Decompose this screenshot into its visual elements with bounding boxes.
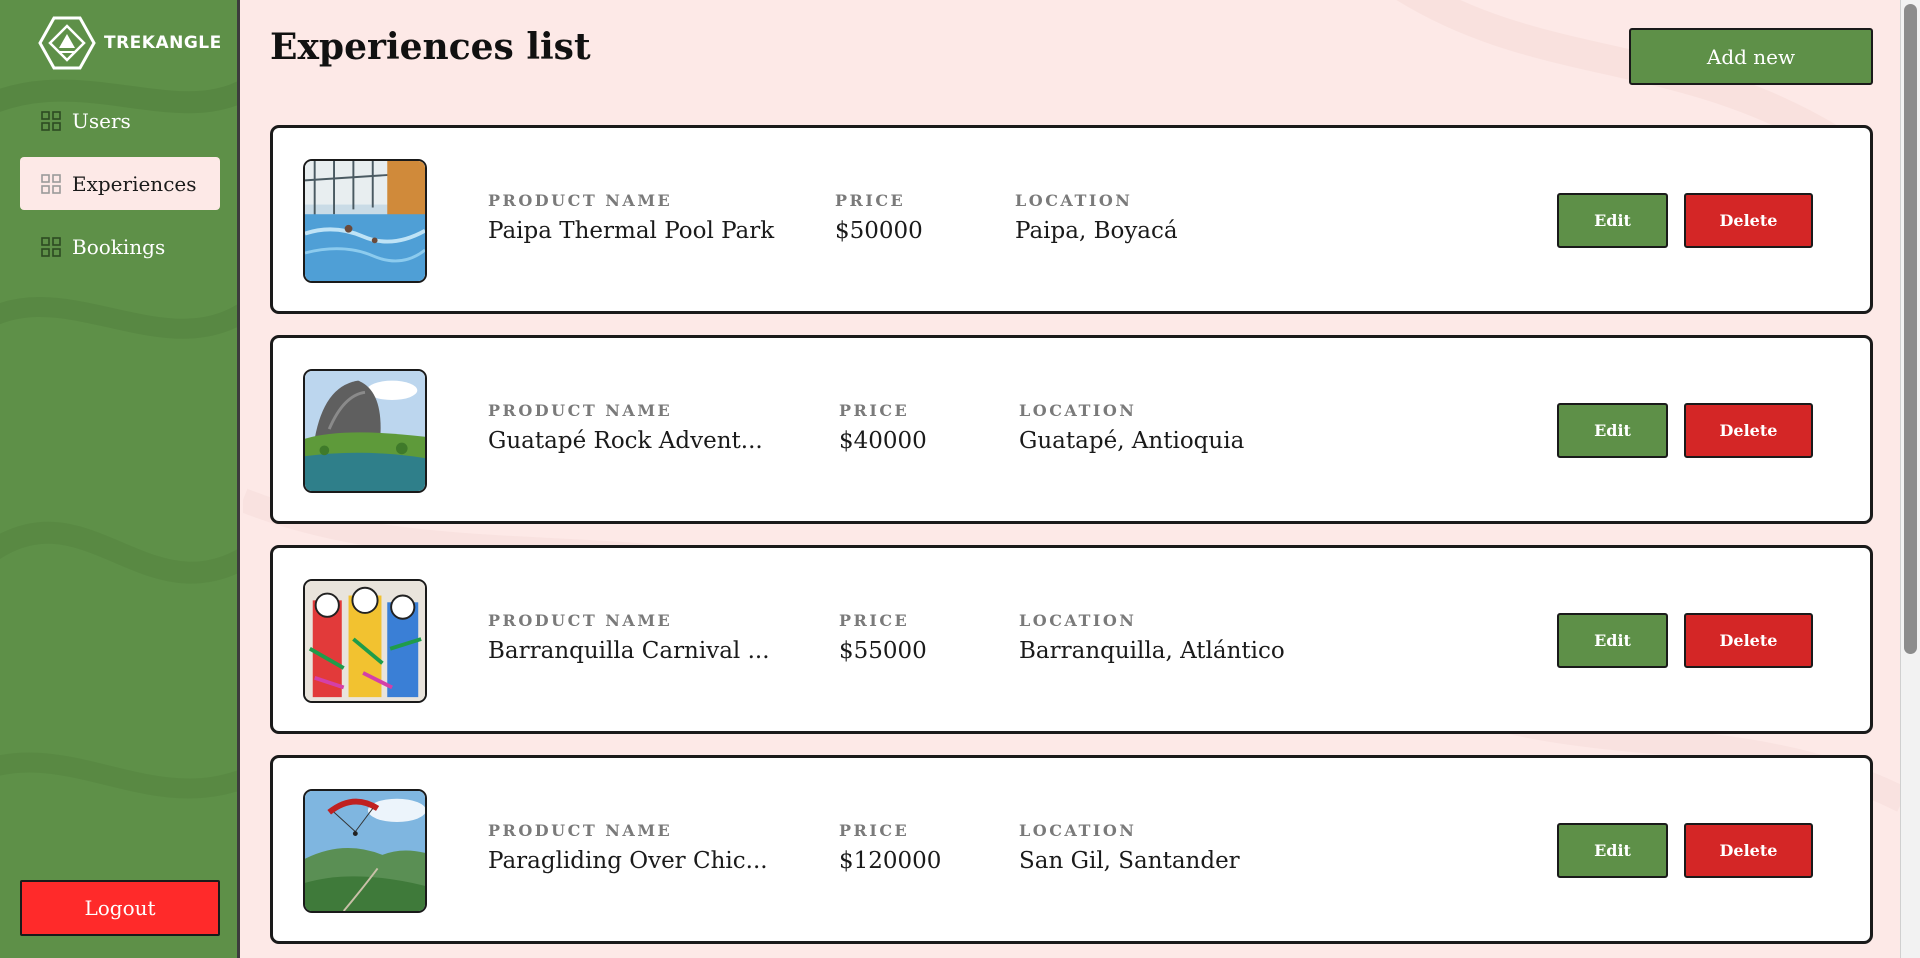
price-field: PRICE $40000 <box>839 401 927 454</box>
product-name-value: Paipa Thermal Pool Park <box>488 218 775 244</box>
page-title: Experiences list <box>270 26 591 68</box>
product-name-field: PRODUCT NAME Barranquilla Carnival ... <box>488 611 770 664</box>
location-value: Guatapé, Antioquia <box>1019 428 1245 454</box>
delete-button[interactable]: Delete <box>1684 193 1813 248</box>
vertical-scrollbar[interactable] <box>1900 0 1920 958</box>
sidebar-nav: Users Experiences Bookings <box>20 94 220 283</box>
product-name-label: PRODUCT NAME <box>488 401 673 420</box>
delete-button[interactable]: Delete <box>1684 613 1813 668</box>
location-label: LOCATION <box>1019 611 1137 630</box>
price-value: $50000 <box>835 218 923 244</box>
price-field: PRICE $50000 <box>835 191 923 244</box>
delete-button[interactable]: Delete <box>1684 403 1813 458</box>
experience-card: PRODUCT NAME Paragliding Over Chic... PR… <box>270 755 1873 944</box>
price-field: PRICE $120000 <box>839 821 941 874</box>
edit-button[interactable]: Edit <box>1557 403 1668 458</box>
guatape-rock-photo <box>305 371 425 491</box>
paragliding-photo <box>305 791 425 911</box>
brand-name: TREKANGLE <box>104 33 222 53</box>
experience-list: PRODUCT NAME Paipa Thermal Pool Park PRI… <box>270 125 1873 958</box>
experience-thumbnail <box>303 159 427 283</box>
product-name-field: PRODUCT NAME Guatapé Rock Advent... <box>488 401 763 454</box>
location-label: LOCATION <box>1015 191 1133 210</box>
scrollbar-thumb[interactable] <box>1904 4 1917 654</box>
delete-button[interactable]: Delete <box>1684 823 1813 878</box>
grid-icon <box>41 173 61 194</box>
edit-button[interactable]: Edit <box>1557 193 1668 248</box>
sidebar-item-users[interactable]: Users <box>20 94 220 147</box>
location-label: LOCATION <box>1019 821 1137 840</box>
experience-thumbnail <box>303 369 427 493</box>
price-value: $55000 <box>839 638 927 664</box>
location-value: Barranquilla, Atlántico <box>1019 638 1285 664</box>
product-name-label: PRODUCT NAME <box>488 821 673 840</box>
location-field: LOCATION Paipa, Boyacá <box>1015 191 1178 244</box>
grid-icon <box>41 236 61 257</box>
main-content: Experiences list Add new PRODUCT NAME Pa… <box>243 0 1900 958</box>
sidebar-item-bookings[interactable]: Bookings <box>20 220 220 273</box>
add-new-button[interactable]: Add new <box>1629 28 1873 85</box>
product-name-field: PRODUCT NAME Paragliding Over Chic... <box>488 821 768 874</box>
product-name-value: Guatapé Rock Advent... <box>488 428 763 454</box>
location-field: LOCATION San Gil, Santander <box>1019 821 1240 874</box>
location-label: LOCATION <box>1019 401 1137 420</box>
edit-button[interactable]: Edit <box>1557 613 1668 668</box>
product-name-value: Paragliding Over Chic... <box>488 848 768 874</box>
location-value: San Gil, Santander <box>1019 848 1240 874</box>
experience-card: PRODUCT NAME Paipa Thermal Pool Park PRI… <box>270 125 1873 314</box>
sidebar-item-label: Bookings <box>72 234 166 259</box>
experience-card: PRODUCT NAME Barranquilla Carnival ... P… <box>270 545 1873 734</box>
price-label: PRICE <box>839 401 910 420</box>
experience-card: PRODUCT NAME Guatapé Rock Advent... PRIC… <box>270 335 1873 524</box>
carnival-photo <box>305 581 425 701</box>
location-value: Paipa, Boyacá <box>1015 218 1178 244</box>
logout-button[interactable]: Logout <box>20 880 220 936</box>
sidebar: TREKANGLE Users Experiences Bookings Log… <box>0 0 240 958</box>
price-label: PRICE <box>839 821 910 840</box>
grid-icon <box>41 110 61 131</box>
trekangle-logo-icon <box>38 16 96 70</box>
sidebar-item-experiences[interactable]: Experiences <box>20 157 220 210</box>
price-label: PRICE <box>839 611 910 630</box>
price-label: PRICE <box>835 191 906 210</box>
experience-thumbnail <box>303 789 427 913</box>
product-name-label: PRODUCT NAME <box>488 191 673 210</box>
brand-logo[interactable]: TREKANGLE <box>38 16 222 70</box>
sidebar-item-label: Users <box>72 108 131 133</box>
sidebar-item-label: Experiences <box>72 171 197 196</box>
edit-button[interactable]: Edit <box>1557 823 1668 878</box>
price-value: $120000 <box>839 848 942 874</box>
product-name-value: Barranquilla Carnival ... <box>488 638 770 664</box>
location-field: LOCATION Guatapé, Antioquia <box>1019 401 1244 454</box>
product-name-field: PRODUCT NAME Paipa Thermal Pool Park <box>488 191 774 244</box>
experience-thumbnail <box>303 579 427 703</box>
product-name-label: PRODUCT NAME <box>488 611 673 630</box>
location-field: LOCATION Barranquilla, Atlántico <box>1019 611 1285 664</box>
thermal-pool-photo <box>305 161 425 281</box>
price-field: PRICE $55000 <box>839 611 927 664</box>
price-value: $40000 <box>839 428 927 454</box>
